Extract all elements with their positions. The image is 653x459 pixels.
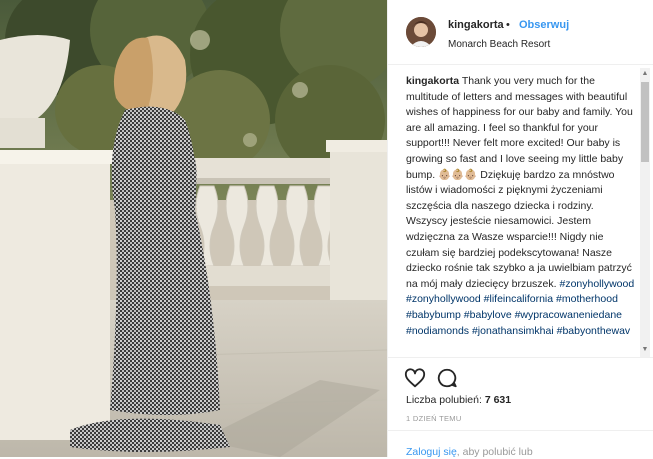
hashtag-link[interactable]: #wypracowaneniedane [515, 309, 622, 321]
hashtag-link[interactable]: #jonathansimkhai [472, 325, 554, 337]
avatar-image [406, 17, 436, 47]
post-username[interactable]: kingakorta [448, 19, 504, 31]
login-link[interactable]: Zaloguj się [406, 446, 457, 458]
likes-count[interactable]: Liczba polubień: 7 631 [406, 394, 511, 406]
post-actions: Liczba polubień: 7 631 1 DZIEŃ TEMU Zalo… [388, 357, 653, 459]
caption-emoji: 👶🏼👶🏼👶🏼 [438, 168, 478, 181]
separator-dot: • [506, 19, 510, 31]
login-prompt-text: , aby polubić lub [456, 446, 533, 458]
hashtag-link[interactable]: #babylove [464, 309, 512, 321]
caption-text-pl: Dziękuję bardzo za mnóstwo listów i wiad… [406, 168, 632, 290]
hashtag-link[interactable]: #nodiamonds [406, 325, 469, 337]
hashtag-link[interactable]: #zonyhollywood [559, 278, 634, 290]
post-caption: kingakorta Thank you very much for the m… [406, 74, 638, 357]
scroll-down-arrow-icon[interactable]: ▼ [641, 346, 649, 354]
post-location[interactable]: Monarch Beach Resort [448, 39, 550, 50]
post-header: kingakorta • Obserwuj Monarch Beach Reso… [388, 0, 653, 65]
post-photo[interactable] [0, 0, 387, 457]
hashtag-link[interactable]: #zonyhollywood [406, 293, 481, 305]
likes-number: 7 631 [484, 394, 512, 406]
hashtag-link[interactable]: #babybump [406, 309, 461, 321]
likes-label: Liczba polubień: [406, 394, 482, 406]
post-timestamp[interactable]: 1 DZIEŃ TEMU [406, 414, 462, 423]
scroll-up-arrow-icon[interactable]: ▲ [641, 70, 649, 78]
hashtag-link[interactable]: #babyonthewav [557, 325, 631, 337]
avatar[interactable] [406, 17, 436, 47]
hashtag-link[interactable]: #lifeincalifornia [484, 293, 553, 305]
hashtag-link[interactable]: #motherhood [556, 293, 618, 305]
scrollbar-thumb[interactable] [641, 82, 649, 162]
post-sidebar: kingakorta • Obserwuj Monarch Beach Reso… [387, 0, 653, 459]
caption-text-en: Thank you very much for the multitude of… [406, 75, 633, 181]
heart-icon[interactable] [404, 367, 426, 389]
login-prompt: Zaloguj się, aby polubić lub [388, 430, 653, 459]
photo-illustration [0, 0, 387, 457]
follow-button[interactable]: Obserwuj [519, 19, 569, 31]
comment-icon[interactable] [436, 367, 458, 389]
caption-username[interactable]: kingakorta [406, 75, 459, 87]
